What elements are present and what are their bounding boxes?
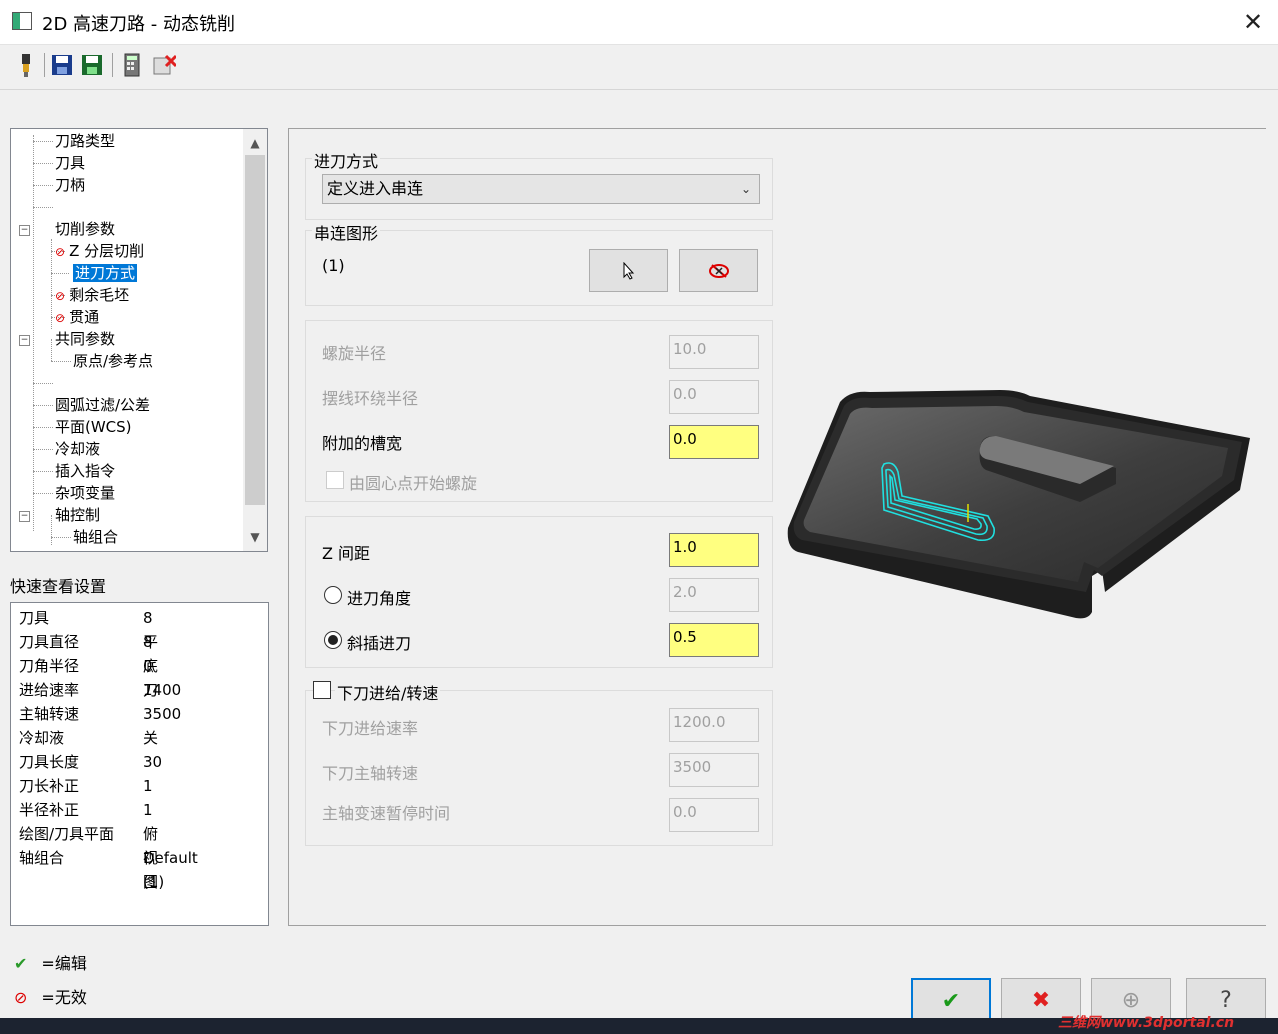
invalid-icon: ⊘: [55, 245, 66, 259]
remove-chain-icon: [708, 264, 729, 278]
tree-item-axis-control[interactable]: 轴控制: [55, 504, 100, 526]
center-helix-label: 由圆心点开始螺旋: [349, 474, 478, 493]
ramp-input[interactable]: 0.5: [669, 623, 759, 657]
cursor-arrow-icon: [623, 261, 634, 280]
save-as-icon[interactable]: [80, 52, 104, 78]
toolbar: [0, 45, 1278, 90]
tree-item-entry-motion[interactable]: 进刀方式: [73, 262, 138, 284]
z-step-input[interactable]: 1.0: [669, 533, 759, 567]
collapse-common-params-icon[interactable]: −: [19, 335, 30, 346]
ramp-label: 斜插进刀: [347, 634, 412, 653]
qv-row: 绘图/刀具平面 俯视图: [19, 825, 159, 891]
tool-icon[interactable]: [14, 52, 38, 78]
tree-item-tool[interactable]: 刀具: [55, 152, 85, 174]
tree-item-cut-params[interactable]: 切削参数: [55, 218, 115, 240]
ramp-radio[interactable]: [324, 631, 342, 649]
app-icon: [12, 12, 32, 30]
qv-row: 轴组合 Default (1): [19, 849, 198, 891]
z-step-label: Z 间距: [322, 544, 371, 563]
plunge-feed-input[interactable]: 1200.0: [669, 708, 759, 742]
legend-invalid: ⊘ =无效: [14, 988, 87, 1007]
qv-row: 主轴转速 3500: [19, 705, 182, 723]
tree-item-depth-cuts[interactable]: ⊘ Z 分层切削: [55, 240, 144, 262]
plunge-group-label: 下刀进给/转速: [335, 680, 441, 704]
save-icon[interactable]: [50, 52, 74, 78]
dwell-label: 主轴变速暂停时间: [322, 804, 451, 823]
entry-angle-input[interactable]: 2.0: [669, 578, 759, 612]
chain-count: (1): [322, 256, 345, 275]
qv-row: 进给速率 1400: [19, 681, 182, 699]
entry-angle-label: 进刀角度: [347, 589, 412, 608]
entry-angle-radio[interactable]: [324, 586, 342, 604]
toolbar-separator: [44, 53, 45, 77]
quick-view-label: 快速查看设置: [10, 577, 107, 596]
dwell-input[interactable]: 0.0: [669, 798, 759, 832]
tree-item-planes[interactable]: 平面(WCS): [55, 416, 132, 438]
collapse-cut-params-icon[interactable]: −: [19, 225, 30, 236]
tree-item-canned-text[interactable]: 插入指令: [55, 460, 115, 482]
checkmark-icon: ✔: [14, 954, 28, 973]
toolbar-separator: [112, 53, 113, 77]
qv-row: 刀具直径 8: [19, 633, 153, 651]
qv-row: 半径补正 1: [19, 801, 153, 819]
plunge-feed-label: 下刀进给速率: [322, 719, 419, 738]
ok-button[interactable]: ✔: [911, 978, 991, 1022]
calculator-icon[interactable]: [120, 52, 144, 78]
trochoid-radius-label: 摆线环绕半径: [322, 389, 419, 408]
tree-item-linking-params[interactable]: 共同参数: [55, 328, 115, 350]
window-title: 2D 高速刀路 - 动态铣削: [42, 14, 235, 35]
trochoid-radius-input[interactable]: 0.0: [669, 380, 759, 414]
collapse-axis-control-icon[interactable]: −: [19, 511, 30, 522]
extra-slot-width-label: 附加的槽宽: [322, 434, 403, 453]
scroll-thumb[interactable]: [245, 155, 265, 505]
tree-item-home-ref-point[interactable]: 原点/参考点: [73, 350, 153, 372]
chevron-down-icon: ⌄: [740, 182, 751, 196]
tree-item-holder[interactable]: 刀柄: [55, 174, 85, 196]
invalid-icon: ⊘: [55, 289, 66, 303]
invalid-icon: ⊘: [55, 311, 66, 325]
close-button[interactable]: ✕: [1238, 6, 1268, 38]
watermark: 三维网www.3dportal.cn: [1058, 1015, 1235, 1031]
scroll-down-icon[interactable]: ▼: [243, 525, 267, 549]
quick-view-settings: 刀具 8 平底刀 刀具直径 8 刀角半径 0 进给速率 1400 主轴转速 3500 冷却…: [10, 602, 269, 926]
tree-item-coolant[interactable]: 冷却液: [55, 438, 100, 460]
entry-method-select[interactable]: 定义进入串连 ⌄: [322, 174, 760, 204]
entry-preview-image: [787, 390, 1250, 619]
qv-row: 刀长补正 1: [19, 777, 153, 795]
helix-radius-label: 螺旋半径: [322, 344, 387, 363]
entry-method-title: 进刀方式: [312, 148, 381, 172]
center-helix-checkbox[interactable]: [326, 471, 344, 489]
qv-row: 刀具 8 平底刀: [19, 609, 159, 699]
plunge-speed-input[interactable]: 3500: [669, 753, 759, 787]
qv-row: 刀角半径 0: [19, 657, 153, 675]
invalid-icon: ⊘: [14, 988, 28, 1007]
tree-item-break-through[interactable]: ⊘ 贯通: [55, 306, 99, 328]
tree-item-axis-combination[interactable]: 轴组合: [73, 526, 118, 548]
plunge-speed-label: 下刀主轴转速: [322, 764, 419, 783]
tree-item-toolpath-type[interactable]: 刀路类型: [55, 130, 115, 152]
select-chain-button[interactable]: [589, 249, 668, 292]
tree-item-misc-values[interactable]: 杂项变量: [55, 482, 115, 504]
clear-chain-button[interactable]: [679, 249, 758, 292]
legend-edit: ✔ =编辑: [14, 954, 87, 973]
parameter-tree: − − − 刀路类型 刀具 刀柄 切削参数 ⊘ Z 分层切削 进刀方式 ⊘ 剩余毛坯…: [10, 128, 268, 552]
tree-scrollbar[interactable]: ▲ ▼: [243, 129, 267, 551]
qv-row: 冷却液关: [19, 729, 159, 747]
chain-geometry-title: 串连图形: [312, 220, 381, 244]
delete-icon[interactable]: [152, 52, 176, 78]
tree-item-arc-filter[interactable]: 圆弧过滤/公差: [55, 394, 150, 416]
scroll-up-icon[interactable]: ▲: [243, 131, 267, 155]
qv-row: 刀具长度 30: [19, 753, 163, 771]
extra-slot-width-input[interactable]: 0.0: [669, 425, 759, 459]
plunge-feed-checkbox[interactable]: [313, 681, 331, 699]
helix-radius-input[interactable]: 10.0: [669, 335, 759, 369]
tree-item-rest-stock[interactable]: ⊘ 剩余毛坯: [55, 284, 129, 306]
